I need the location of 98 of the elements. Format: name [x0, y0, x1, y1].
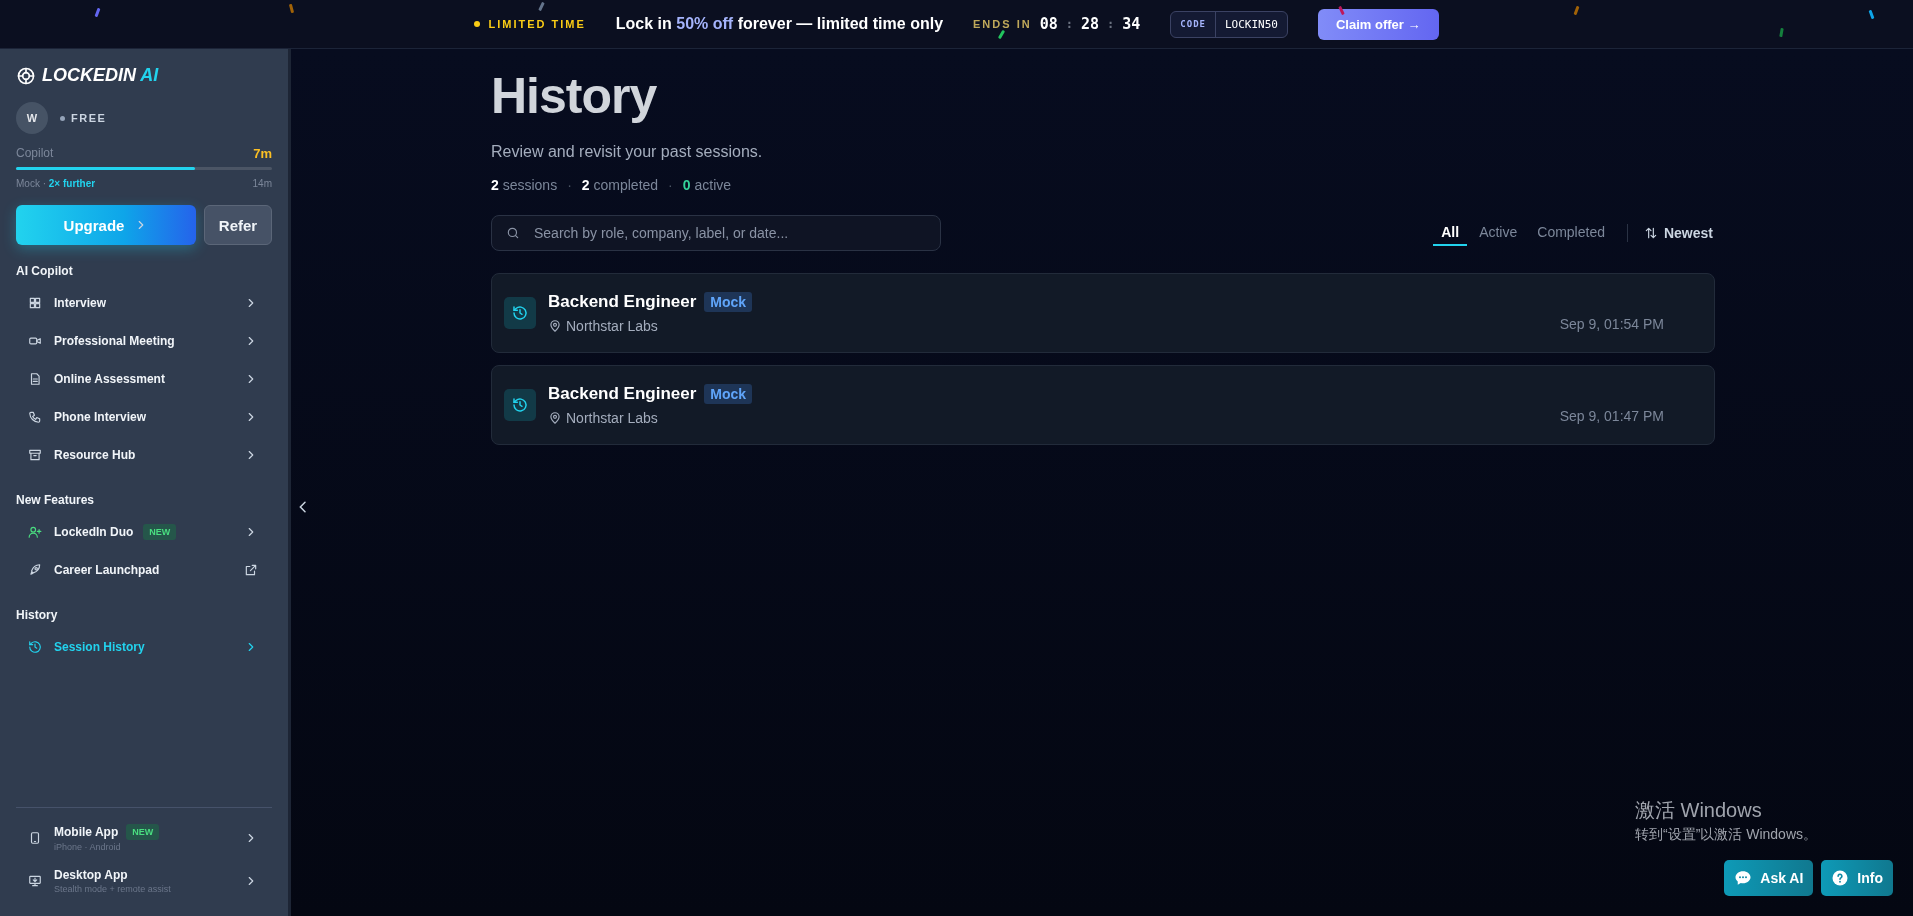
usage-limit: 14m: [252, 178, 272, 189]
nav-item[interactable]: Online Assessment: [16, 360, 272, 398]
stat-count: 2 completed: [581, 177, 659, 193]
limited-time-label: LIMITED TIME: [488, 18, 586, 30]
location-pin-icon: [548, 411, 562, 425]
nav-label: Resource Hub: [54, 448, 136, 462]
activation-text: 转到“设置”以激活 Windows。: [1635, 826, 1817, 844]
confetti-piece: [997, 29, 1006, 40]
promo-code: LOCKIN50: [1224, 16, 1279, 33]
sort-button[interactable]: Newest: [1641, 221, 1715, 245]
confetti-piece: [538, 1, 545, 12]
app-title: Mobile App: [54, 825, 119, 839]
new-badge: NEW: [143, 524, 177, 540]
nav-label: Professional Meeting: [54, 334, 175, 348]
history-icon: [504, 389, 536, 421]
nav-item[interactable]: Career Launchpad: [16, 551, 272, 589]
activation-title: 激活 Windows: [1635, 798, 1763, 823]
session-card[interactable]: Backend Engineer Mock Northstar Labs Sep 9, 01:47 PM: [491, 365, 1715, 445]
archive-box-icon: [28, 448, 42, 462]
status-dot-icon: [474, 21, 481, 27]
video-camera-icon: [28, 334, 42, 348]
history-icon: [504, 297, 536, 329]
search-icon: [506, 226, 520, 240]
plan-dot-icon: [60, 115, 65, 121]
nav-label: Interview: [54, 296, 107, 310]
session-tag: Mock: [704, 384, 753, 404]
rocket-icon: [28, 563, 42, 577]
floating-button[interactable]: Info: [1821, 860, 1893, 896]
phone-icon: [28, 410, 42, 424]
countdown-value: 08: [1039, 15, 1058, 33]
history-icon: [28, 640, 42, 654]
countdown-separator: :: [1107, 17, 1115, 31]
nav-label: Phone Interview: [54, 410, 147, 424]
stat-count: 0 active: [682, 177, 732, 193]
confetti-piece: [1779, 27, 1784, 38]
nav-item[interactable]: Session History: [16, 628, 272, 666]
countdown-value: 34: [1122, 15, 1141, 33]
usage-value: 7m: [253, 146, 272, 161]
nav-item[interactable]: Resource Hub: [16, 436, 272, 474]
filter-tab[interactable]: Completed: [1529, 220, 1613, 246]
company-name: Northstar Labs: [566, 318, 658, 334]
floating-button[interactable]: Ask AI: [1724, 860, 1814, 896]
separator-dot: ·: [567, 177, 572, 193]
user-plus-icon: [28, 525, 42, 539]
session-tag: Mock: [704, 292, 753, 312]
new-badge: NEW: [126, 824, 160, 840]
grid-icon: [28, 296, 42, 310]
filter-tab[interactable]: Active: [1471, 220, 1526, 246]
confetti-piece: [1573, 5, 1580, 16]
usage-note: Mock · 2× further: [16, 178, 96, 189]
nav-label: Session History: [54, 640, 145, 654]
countdown-value: 28: [1080, 15, 1099, 33]
sort-arrows-icon: [1643, 226, 1658, 240]
search-field[interactable]: Search by role, company, label, or date...: [532, 224, 926, 242]
search-field[interactable]: Search by role, company, label, or date...: [491, 215, 941, 251]
nav-item[interactable]: Interview: [16, 284, 272, 322]
code-label: CODE: [1171, 11, 1216, 37]
page-subtitle: Review and revisit your past sessions.: [491, 143, 764, 161]
target-logo-icon: [16, 65, 36, 86]
filter-tab[interactable]: All: [1433, 220, 1468, 246]
app-title: Desktop App: [54, 868, 128, 882]
session-title: Backend Engineer: [548, 384, 697, 404]
nav-label: LockedIn Duo: [54, 525, 134, 539]
section-heading: History: [16, 608, 59, 622]
section-heading: New Features: [16, 493, 96, 507]
claim-offer-button[interactable]: Claim offer →: [1318, 8, 1439, 40]
nav-item[interactable]: Professional Meeting: [16, 322, 272, 360]
plan-label: FREE: [71, 112, 107, 124]
countdown-separator: :: [1065, 17, 1073, 31]
help-icon: [1831, 869, 1850, 887]
refer-button[interactable]: Refer: [204, 205, 272, 245]
confetti-piece: [1868, 9, 1875, 20]
brand-name: LOCKEDIN AI: [42, 65, 159, 86]
location-pin-icon: [548, 319, 562, 333]
nav-label: Career Launchpad: [54, 563, 160, 577]
session-card[interactable]: Backend Engineer Mock Northstar Labs Sep 9, 01:54 PM: [491, 273, 1715, 353]
page-title: History: [491, 67, 658, 125]
session-date: Sep 9, 01:47 PM: [1559, 408, 1664, 424]
nav-label: Online Assessment: [54, 372, 165, 386]
promo-message: Lock in 50% off forever — limited time only: [615, 15, 944, 33]
avatar[interactable]: W: [16, 102, 48, 134]
external-link-icon: [244, 563, 258, 577]
stat-count: 2 sessions: [491, 177, 558, 193]
smartphone-icon: [28, 831, 42, 845]
section-heading: AI Copilot: [16, 264, 74, 278]
confetti-piece: [94, 7, 101, 18]
separator-dot: ·: [668, 177, 673, 193]
usage-label: Copilot: [16, 146, 54, 161]
confetti-piece: [288, 3, 295, 14]
session-title: Backend Engineer: [548, 292, 697, 312]
ends-in-label: ENDS IN: [973, 18, 1032, 30]
nav-item[interactable]: LockedIn Duo NEW: [16, 513, 272, 551]
monitor-icon: [28, 874, 42, 888]
document-icon: [28, 372, 42, 386]
company-name: Northstar Labs: [566, 410, 658, 426]
nav-item[interactable]: Phone Interview: [16, 398, 272, 436]
chat-bubble-icon: [1734, 869, 1753, 887]
session-date: Sep 9, 01:54 PM: [1559, 316, 1664, 332]
